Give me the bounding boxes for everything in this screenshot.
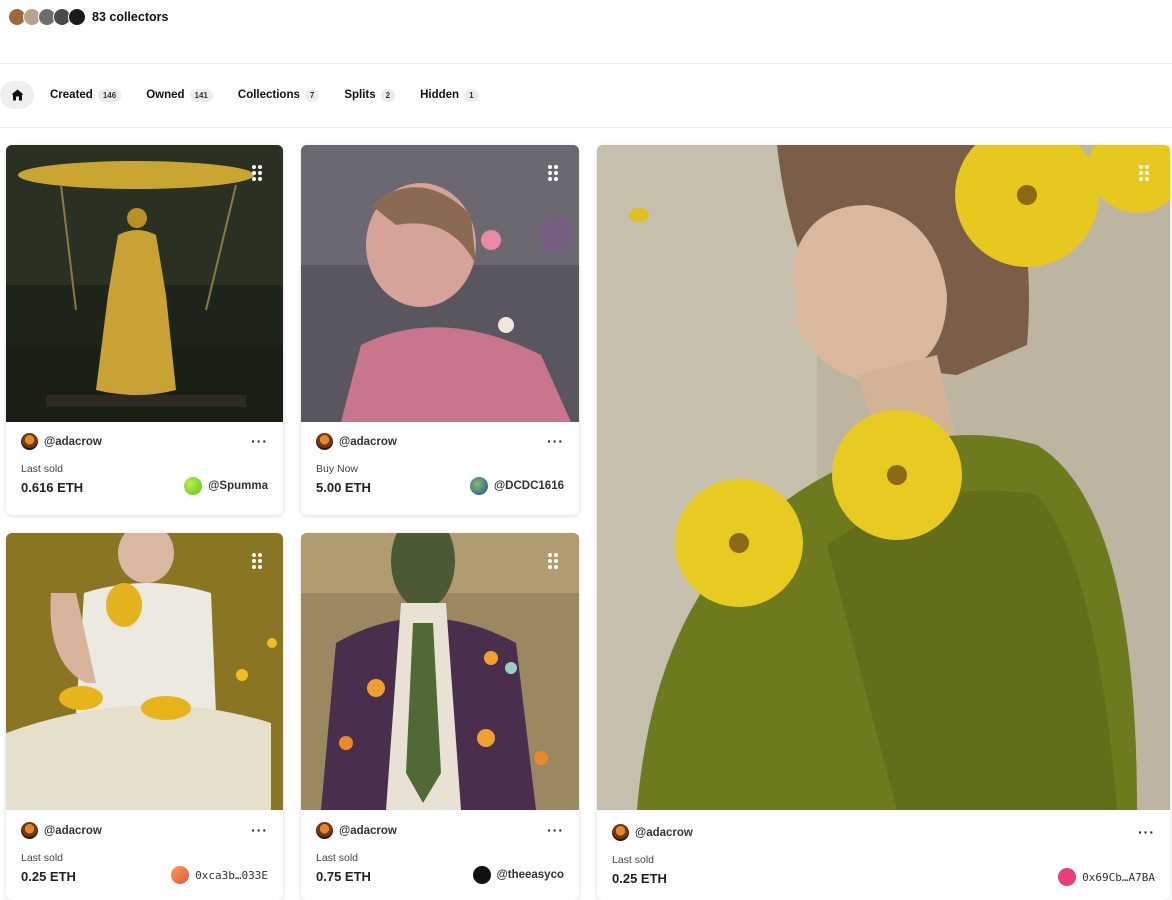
price: 0.75 ETH bbox=[316, 869, 371, 884]
avatar bbox=[21, 433, 38, 450]
price: 5.00 ETH bbox=[316, 480, 371, 495]
collectors-count[interactable]: 83 collectors bbox=[92, 10, 168, 24]
price: 0.25 ETH bbox=[21, 869, 76, 884]
drag-handle-icon[interactable] bbox=[1139, 165, 1149, 181]
owner-name: @DCDC1616 bbox=[493, 480, 564, 492]
nft-card[interactable]: @adacrow ··· Last sold 0.25 ETH 0xca3b…0… bbox=[6, 533, 283, 900]
tab-label: Owned bbox=[146, 89, 185, 101]
owner-address: 0xca3b…033E bbox=[195, 868, 268, 882]
creator-name: @adacrow bbox=[339, 824, 397, 837]
tab-owned[interactable]: Owned 141 bbox=[138, 81, 221, 109]
drag-handle-icon[interactable] bbox=[548, 165, 558, 181]
sale-status-label: Last sold bbox=[21, 463, 64, 475]
tab-count-badge: 2 bbox=[380, 88, 396, 102]
more-options-button[interactable]: ··· bbox=[547, 433, 564, 449]
creator-link[interactable]: @adacrow bbox=[316, 433, 397, 450]
avatar bbox=[316, 433, 333, 450]
card-meta: @adacrow ··· Last sold 0.75 ETH @theeasy… bbox=[301, 808, 579, 900]
artwork-image[interactable] bbox=[301, 145, 579, 422]
owner-link[interactable]: @Spumma bbox=[184, 477, 268, 495]
collectors-summary[interactable]: 83 collectors bbox=[8, 8, 168, 26]
creator-name: @adacrow bbox=[44, 824, 102, 837]
home-icon bbox=[11, 89, 23, 101]
more-options-button[interactable]: ··· bbox=[251, 433, 268, 449]
tab-count-badge: 7 bbox=[304, 88, 320, 102]
avatar bbox=[68, 8, 86, 26]
sale-status-label: Buy Now bbox=[316, 463, 359, 475]
owner-link[interactable]: @DCDC1616 bbox=[469, 477, 564, 495]
owner-link[interactable]: 0xca3b…033E bbox=[171, 866, 268, 884]
card-meta: @adacrow ··· Last sold 0.25 ETH 0xca3b…0… bbox=[6, 808, 283, 900]
more-options-button[interactable]: ··· bbox=[251, 822, 268, 838]
avatar bbox=[21, 822, 38, 839]
creator-name: @adacrow bbox=[635, 826, 693, 839]
avatar bbox=[316, 822, 333, 839]
more-options-button[interactable]: ··· bbox=[547, 822, 564, 838]
creator-name: @adacrow bbox=[339, 435, 397, 448]
avatar bbox=[612, 824, 629, 841]
owner-link[interactable]: @theeasyco bbox=[472, 866, 564, 884]
price: 0.25 ETH bbox=[612, 871, 667, 886]
divider bbox=[0, 63, 1172, 64]
owner-link[interactable]: 0x69Cb…A7BA bbox=[1058, 868, 1155, 886]
tab-count-badge: 146 bbox=[97, 88, 122, 102]
creator-link[interactable]: @adacrow bbox=[316, 822, 397, 839]
tab-home[interactable] bbox=[0, 81, 34, 109]
nft-card-featured[interactable]: @adacrow ··· Last sold 0.25 ETH 0x69Cb…A… bbox=[597, 145, 1170, 900]
tab-label: Created bbox=[50, 89, 93, 101]
creator-link[interactable]: @adacrow bbox=[612, 824, 693, 841]
card-meta: @adacrow ··· Last sold 0.25 ETH 0x69Cb…A… bbox=[597, 810, 1170, 900]
avatar bbox=[184, 477, 203, 495]
tab-created[interactable]: Created 146 bbox=[42, 81, 129, 109]
tab-collections[interactable]: Collections 7 bbox=[230, 81, 327, 109]
drag-handle-icon[interactable] bbox=[252, 165, 262, 181]
tab-splits[interactable]: Splits 2 bbox=[336, 81, 403, 109]
avatar bbox=[469, 477, 488, 495]
more-options-button[interactable]: ··· bbox=[1138, 824, 1155, 840]
avatar bbox=[171, 866, 190, 884]
owner-name: @Spumma bbox=[208, 480, 268, 492]
tab-label: Hidden bbox=[420, 89, 460, 101]
artwork-image[interactable] bbox=[6, 145, 283, 422]
tab-count-badge: 141 bbox=[189, 88, 213, 102]
creator-link[interactable]: @adacrow bbox=[21, 822, 102, 839]
nft-card[interactable]: @adacrow ··· Last sold 0.75 ETH @theeasy… bbox=[301, 533, 579, 900]
artwork-image[interactable] bbox=[301, 533, 579, 810]
creator-name: @adacrow bbox=[44, 435, 102, 448]
owner-address: 0x69Cb…A7BA bbox=[1082, 870, 1155, 884]
artwork-image[interactable] bbox=[597, 145, 1170, 810]
drag-handle-icon[interactable] bbox=[252, 553, 262, 569]
price: 0.616 ETH bbox=[21, 480, 84, 495]
tab-count-badge: 1 bbox=[464, 88, 479, 102]
creator-link[interactable]: @adacrow bbox=[21, 433, 102, 450]
tab-label: Splits bbox=[344, 89, 376, 101]
profile-tabs: Created 146 Owned 141 Collections 7 Spli… bbox=[0, 80, 487, 110]
tab-label: Collections bbox=[237, 89, 300, 101]
avatar bbox=[472, 866, 491, 884]
nft-card[interactable]: @adacrow ··· Buy Now 5.00 ETH @DCDC1616 bbox=[301, 145, 579, 515]
divider bbox=[0, 127, 1172, 128]
card-meta: @adacrow ··· Last sold 0.616 ETH @Spumma bbox=[6, 419, 283, 515]
nft-card[interactable]: @adacrow ··· Last sold 0.616 ETH @Spumma bbox=[6, 145, 283, 515]
sale-status-label: Last sold bbox=[21, 852, 64, 864]
card-meta: @adacrow ··· Buy Now 5.00 ETH @DCDC1616 bbox=[301, 419, 579, 515]
sale-status-label: Last sold bbox=[316, 852, 359, 864]
sale-status-label: Last sold bbox=[612, 854, 655, 866]
avatar bbox=[1058, 868, 1077, 886]
collector-avatars bbox=[8, 8, 86, 26]
drag-handle-icon[interactable] bbox=[548, 553, 558, 569]
artwork-image[interactable] bbox=[6, 533, 283, 810]
owner-name: @theeasyco bbox=[496, 869, 564, 881]
tab-hidden[interactable]: Hidden 1 bbox=[412, 81, 486, 109]
